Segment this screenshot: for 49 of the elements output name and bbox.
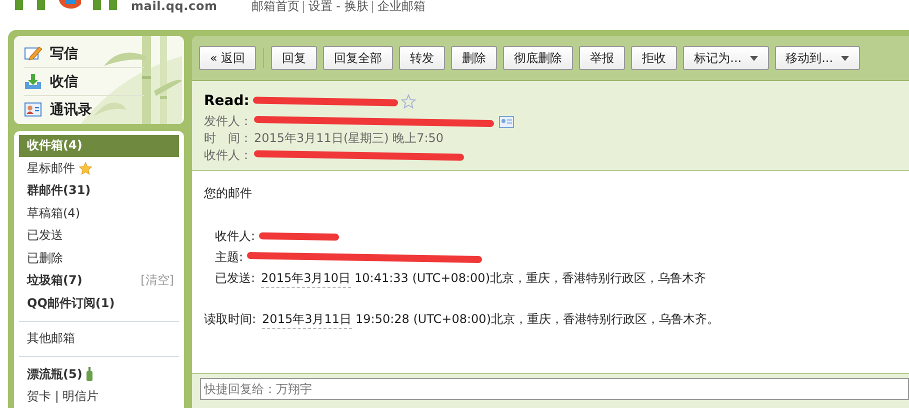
toolbar-button[interactable]: 删除 — [451, 46, 498, 70]
site-domain: mail.qq.com — [131, 0, 218, 13]
folder-item[interactable]: 漂流瓶(5) — [27, 366, 94, 383]
toolbar-button[interactable]: 举报 — [579, 46, 626, 70]
body-text: 您的邮件 — [204, 185, 252, 202]
toolbar-button[interactable]: 转发 — [399, 46, 446, 70]
field-label: 发件人： — [204, 113, 252, 130]
folder-item[interactable]: 星标邮件 — [27, 160, 92, 177]
toolbar-button[interactable]: 标记为... — [683, 46, 769, 70]
contact-card-icon — [499, 116, 514, 128]
folder-item[interactable]: QQ邮件订阅(1) — [27, 294, 115, 312]
toolbar-button[interactable]: 移动到... — [774, 46, 860, 70]
bottle-icon — [86, 367, 94, 382]
body-label: 主题: — [215, 249, 244, 266]
star-icon — [79, 162, 92, 175]
header-link[interactable]: 邮箱首页 — [247, 0, 304, 15]
field-value: 2015年3月11日(星期三) 晚上7:50 — [254, 130, 444, 147]
folder-item[interactable]: 其他邮箱 — [27, 330, 75, 348]
folder-item[interactable]: 贺卡 | 明信片 — [27, 388, 99, 406]
nav-link[interactable]: 通讯录 — [24, 96, 144, 124]
body-text: 10:41:33 (UTC+08:00)北京，重庆，香港特别行政区，乌鲁木齐 — [354, 270, 706, 287]
pencil-icon — [24, 45, 42, 62]
download-tray-icon — [24, 73, 42, 90]
field-label: 时 间： — [204, 130, 252, 147]
folder-item[interactable]: 已发送 — [27, 227, 63, 244]
folder-item[interactable]: 已删除 — [27, 250, 63, 267]
star-icon[interactable] — [401, 94, 416, 108]
date-text: 2015年3月11日 — [262, 310, 352, 328]
toolbar-button[interactable]: 回复 — [271, 46, 318, 70]
toolbar-button[interactable]: 拒收 — [631, 46, 678, 70]
toolbar-button[interactable]: « 返回 — [199, 46, 256, 70]
body-label: 收件人: — [215, 228, 256, 245]
nav-link[interactable]: 写信 — [24, 40, 144, 68]
field-label: 收件人： — [204, 147, 252, 164]
body-text: 19:50:28 (UTC+08:00)北京，重庆，香港特别行政区，乌鲁木齐。 — [356, 311, 719, 328]
date-text: 2015年3月10日 — [261, 270, 350, 288]
header-link[interactable]: 设置 - 换肤 — [304, 0, 372, 15]
contact-card-icon — [24, 101, 42, 118]
body-label: 读取时间: — [204, 311, 256, 328]
toolbar-button[interactable]: 回复全部 — [323, 46, 394, 70]
body-label: 已发送: — [215, 270, 256, 287]
toolbar-button[interactable]: 彻底删除 — [503, 46, 574, 70]
quick-reply-field[interactable]: 快捷回复给：万翔宇 — [200, 378, 909, 400]
folder-item[interactable]: 群邮件(31) — [27, 182, 91, 200]
subject-text: Read: — [204, 93, 250, 109]
header-link[interactable]: 企业邮箱 — [373, 0, 430, 15]
folder-item[interactable]: 垃圾箱(7) — [27, 272, 82, 290]
folder-item[interactable]: 草稿箱(4) — [27, 204, 80, 222]
nav-link[interactable]: 收信 — [24, 68, 144, 96]
